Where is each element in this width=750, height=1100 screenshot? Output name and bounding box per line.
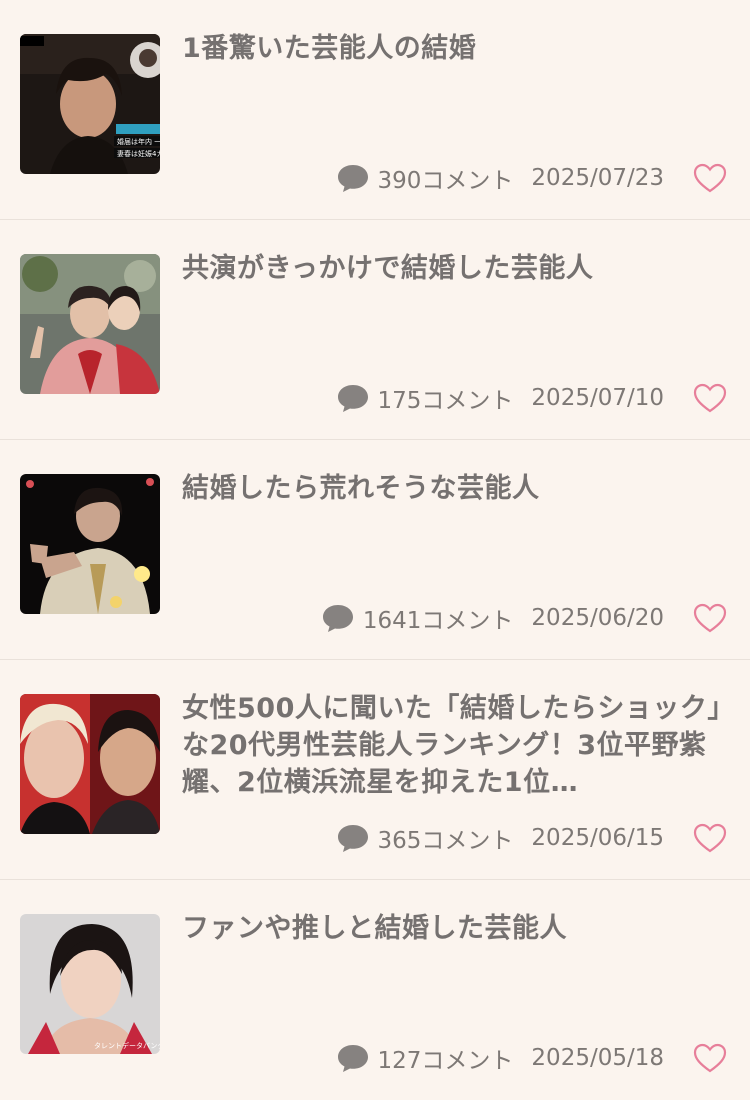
article-thumbnail[interactable] [20, 254, 160, 394]
comment-count: 1641コメント [362, 608, 514, 634]
thumbnail-image [20, 694, 160, 834]
article-title[interactable]: ファンや推しと結婚した芸能人 [182, 910, 730, 947]
article-date: 2025/06/20 [531, 605, 664, 631]
article-title[interactable]: 女性500人に聞いた「結婚したらショック」な20代男性芸能人ランキング！3位平野… [182, 690, 730, 801]
comment-count: 175コメント [377, 388, 514, 414]
comment-count: 390コメント [377, 168, 514, 194]
article-item[interactable]: タレントデータバンク ファンや推しと結婚した芸能人 127コメント 2025/0… [0, 880, 750, 1100]
article-item[interactable]: 共演がきっかけで結婚した芸能人 175コメント 2025/07/10 [0, 220, 750, 440]
speech-bubble-icon [336, 163, 370, 193]
thumb-credit: タレントデータバンク [94, 1041, 160, 1050]
article-title[interactable]: 1番驚いた芸能人の結婚 [182, 30, 730, 67]
heart-outline-icon[interactable] [692, 162, 728, 194]
comment-count: 365コメント [377, 828, 514, 854]
article-title[interactable]: 結婚したら荒れそうな芸能人 [182, 470, 730, 507]
article-thumbnail[interactable] [20, 474, 160, 614]
article-item[interactable]: 結婚したら荒れそうな芸能人 1641コメント 2025/06/20 [0, 440, 750, 660]
article-item[interactable]: 婚届は年内 一緒日 妻春は妊娠4カ月 1番驚いた芸能人の結婚 390コメント 2… [0, 0, 750, 220]
heart-outline-icon[interactable] [692, 822, 728, 854]
speech-bubble-icon [321, 603, 355, 633]
article-meta: 175コメント 2025/07/10 [336, 378, 728, 418]
heart-outline-icon[interactable] [692, 382, 728, 414]
article-date: 2025/06/15 [531, 825, 664, 851]
speech-bubble-icon [336, 383, 370, 413]
article-list: 婚届は年内 一緒日 妻春は妊娠4カ月 1番驚いた芸能人の結婚 390コメント 2… [0, 0, 750, 1078]
article-item[interactable]: 女性500人に聞いた「結婚したらショック」な20代男性芸能人ランキング！3位平野… [0, 660, 750, 880]
article-title[interactable]: 共演がきっかけで結婚した芸能人 [182, 250, 730, 287]
thumbnail-image: タレントデータバンク [20, 914, 160, 1054]
article-thumbnail[interactable]: 婚届は年内 一緒日 妻春は妊娠4カ月 [20, 34, 160, 174]
article-meta: 390コメント 2025/07/23 [336, 158, 728, 198]
heart-outline-icon[interactable] [692, 602, 728, 634]
thumb-caption: 妻春は妊娠4カ月 [117, 149, 160, 158]
article-thumbnail[interactable]: タレントデータバンク [20, 914, 160, 1054]
article-date: 2025/07/23 [531, 165, 664, 191]
thumbnail-image: 婚届は年内 一緒日 妻春は妊娠4カ月 [20, 34, 160, 174]
article-meta: 127コメント 2025/05/18 [336, 1038, 728, 1078]
comment-count: 127コメント [377, 1048, 514, 1074]
thumb-caption: 婚届は年内 一緒日 [117, 137, 160, 146]
article-thumbnail[interactable] [20, 694, 160, 834]
thumbnail-image [20, 474, 160, 614]
thumbnail-image [20, 254, 160, 394]
speech-bubble-icon [336, 1043, 370, 1073]
article-meta: 1641コメント 2025/06/20 [321, 598, 728, 638]
article-date: 2025/07/10 [531, 385, 664, 411]
article-date: 2025/05/18 [531, 1045, 664, 1071]
speech-bubble-icon [336, 823, 370, 853]
article-meta: 365コメント 2025/06/15 [336, 818, 728, 858]
heart-outline-icon[interactable] [692, 1042, 728, 1074]
